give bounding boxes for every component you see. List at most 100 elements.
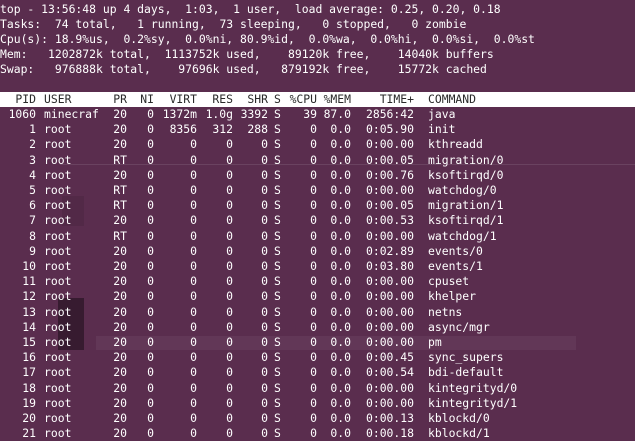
process-user: root [44,335,72,349]
process-user: root [44,411,72,425]
process-mem: 0.0 [330,426,351,441]
column-header-time: TIME+ [379,92,414,106]
process-state: S [274,259,281,273]
process-res: 0 [226,198,233,213]
process-pr: RT [113,183,127,197]
process-command: kblockd/1 [428,426,490,441]
process-shr: 0 [261,319,268,334]
process-command: khelper [428,289,477,304]
process-ni: 0 [147,243,154,258]
process-user: minecraf [44,107,99,121]
column-header-row: PID USER PR NI VIRT RES SHR S %CPU %MEM TIME+ COMMA… [0,92,635,107]
process-time: 0:00.45 [365,350,414,365]
process-virt: 0 [190,243,197,258]
process-pr: 20 [113,395,127,410]
process-cpu: 0 [310,137,317,152]
process-pid: 21 [22,426,36,441]
process-user: root [44,289,72,304]
process-pid: 1060 [8,107,36,121]
process-time: 0:03.80 [365,259,414,273]
process-time: 0:00.18 [365,426,414,441]
process-shr: 0 [261,274,268,289]
process-ni: 0 [147,213,154,228]
process-time: 0:00.13 [365,411,414,425]
process-cpu: 0 [310,411,317,425]
process-shr: 0 [261,395,268,410]
process-command: java [428,107,456,121]
process-state: S [274,228,281,243]
column-header-state: S [274,92,281,106]
process-pid: 15 [22,335,36,349]
process-pid: 11 [22,274,36,289]
process-virt: 0 [190,274,197,289]
process-mem: 0.0 [330,380,351,395]
column-header-command: COMMAND [428,92,477,106]
process-time: 0:00.53 [365,213,414,228]
process-command: kblockd/0 [428,411,490,425]
process-ni: 0 [147,107,154,121]
process-virt: 0 [190,152,197,167]
process-ni: 0 [147,259,154,273]
process-mem: 0.0 [330,395,351,410]
process-pid: 2 [29,137,36,152]
process-res: 0 [226,304,233,319]
process-res: 0 [226,228,233,243]
process-pr: 20 [113,243,127,258]
process-state: S [274,380,281,395]
process-cpu: 0 [310,365,317,380]
process-mem: 0.0 [330,152,351,167]
process-pid: 10 [22,259,36,273]
process-row: 7 root 20 0 0 0 0 S 0 0.0 0:00.53 ksoftirqd/1 [0,213,635,228]
process-pid: 6 [29,198,36,213]
process-res: 0 [226,395,233,410]
process-user: root [44,426,72,441]
process-shr: 0 [261,152,268,167]
process-state: S [274,319,281,334]
process-virt: 0 [190,365,197,380]
process-time: 0:00.00 [365,395,414,410]
column-header-shr: SHR [247,92,268,106]
process-res: 0 [226,259,233,273]
process-cpu: 0 [310,304,317,319]
process-pid: 9 [29,243,36,258]
process-row: 10 root 20 0 0 0 0 S 0 0.0 0:03.80 events/1 [0,259,635,274]
process-pr: 20 [113,319,127,334]
process-res: 0 [226,380,233,395]
process-shr: 0 [261,289,268,304]
process-row: 9 root 20 0 0 0 0 S 0 0.0 0:02.89 events/0 [0,244,635,259]
process-ni: 0 [147,122,154,137]
process-virt: 0 [190,426,197,441]
process-time: 0:00.05 [365,152,414,167]
process-cpu: 0 [310,395,317,410]
process-command: watchdog/1 [428,228,497,243]
process-ni: 0 [147,167,154,182]
process-time: 0:00.00 [365,137,414,152]
process-cpu: 0 [310,274,317,289]
process-state: S [274,243,281,258]
process-state: S [274,274,281,289]
process-user: root [44,137,72,152]
process-mem: 0.0 [330,411,351,425]
process-time: 0:00.00 [365,183,414,197]
process-mem: 0.0 [330,274,351,289]
process-time: 0:00.00 [365,380,414,395]
process-pid: 13 [22,304,36,319]
process-shr: 0 [261,350,268,365]
process-shr: 0 [261,183,268,197]
process-shr: 0 [261,335,268,349]
process-ni: 0 [147,183,154,197]
process-pid: 20 [22,411,36,425]
process-res: 0 [226,152,233,167]
process-cpu: 0 [310,183,317,197]
process-mem: 0.0 [330,213,351,228]
process-cpu: 0 [310,350,317,365]
process-row: 1060 minecraf 20 0 1372m 1.0g 3392 S 39 87.0 2856:… [0,107,635,122]
process-res: 0 [226,335,233,349]
process-row: 12 root 20 0 0 0 0 S 0 0.0 0:00.00 khelper [0,289,635,304]
tasks-line: Tasks: 74 total, 1 running, 73 sleeping,… [0,17,467,31]
process-row: 1 root 20 0 8356 312 288 S 0 0.0 0:05.90 init [0,122,635,137]
process-virt: 0 [190,198,197,213]
process-mem: 0.0 [330,365,351,380]
process-time: 0:00.00 [365,319,414,334]
process-user: root [44,395,72,410]
